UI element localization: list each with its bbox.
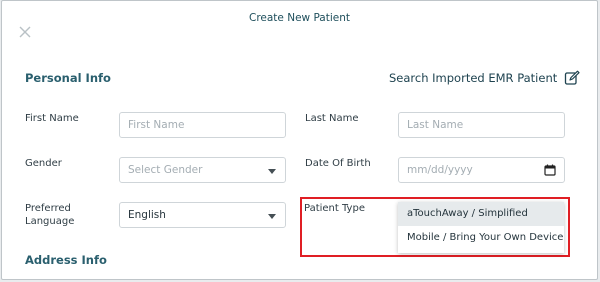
patient-type-option-byod[interactable]: Mobile / Bring Your Own Device	[398, 226, 564, 250]
gender-placeholder: Select Gender	[128, 164, 203, 176]
search-emr-label: Search Imported EMR Patient	[389, 71, 558, 85]
search-emr-patient-link[interactable]: Search Imported EMR Patient	[389, 70, 580, 86]
language-select[interactable]: English	[119, 202, 286, 228]
modal-title: Create New Patient	[248, 12, 351, 24]
chevron-down-icon	[268, 214, 276, 219]
first-name-placeholder: First Name	[128, 119, 185, 131]
preferred-language-label-line1: Preferred	[25, 203, 71, 214]
address-info-heading: Address Info	[25, 253, 107, 267]
gender-label: Gender	[25, 158, 62, 169]
last-name-placeholder: Last Name	[407, 119, 464, 131]
preferred-language-label: Preferred Language	[25, 202, 74, 228]
calendar-icon[interactable]	[544, 164, 556, 176]
chevron-down-icon	[268, 169, 276, 174]
first-name-label: First Name	[25, 113, 79, 124]
patient-type-dropdown[interactable]: aTouchAway / Simplified Mobile / Bring Y…	[398, 202, 564, 253]
first-name-input[interactable]: First Name	[119, 112, 286, 138]
personal-info-heading: Personal Info	[25, 71, 111, 85]
last-name-label: Last Name	[305, 113, 359, 124]
create-patient-modal: Create New Patient Personal Info Search …	[1, 0, 598, 280]
language-value: English	[128, 209, 166, 221]
gender-select[interactable]: Select Gender	[119, 157, 286, 183]
patient-type-option-simplified[interactable]: aTouchAway / Simplified	[398, 202, 564, 226]
preferred-language-label-line2: Language	[25, 216, 75, 227]
dob-label: Date Of Birth	[305, 158, 371, 169]
last-name-input[interactable]: Last Name	[398, 112, 565, 138]
dob-placeholder: mm/dd/yyyy	[407, 164, 473, 176]
edit-icon	[565, 70, 580, 85]
close-icon[interactable]	[18, 25, 32, 39]
dob-input[interactable]: mm/dd/yyyy	[398, 157, 565, 183]
